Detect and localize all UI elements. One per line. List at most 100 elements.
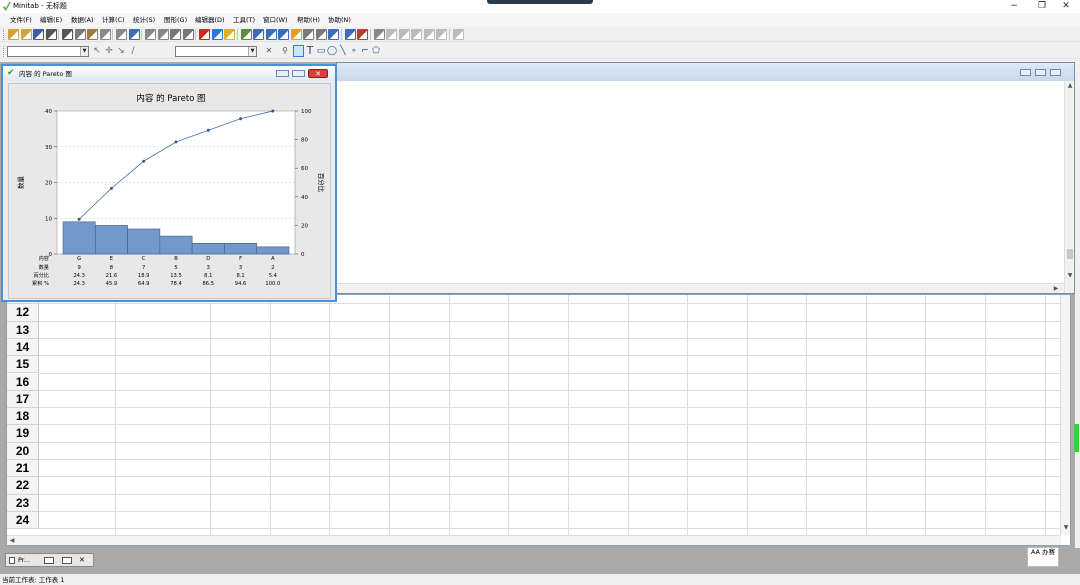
line-draw-icon[interactable]: ╲ bbox=[338, 45, 348, 57]
line-tool-icon[interactable]: ∕ bbox=[128, 45, 138, 57]
redo-icon[interactable] bbox=[116, 29, 127, 40]
paste-icon[interactable] bbox=[87, 29, 98, 40]
row-header[interactable]: 15 bbox=[7, 356, 39, 374]
graph-icon[interactable] bbox=[240, 29, 252, 40]
row-header[interactable]: 21 bbox=[7, 460, 39, 478]
down-icon[interactable] bbox=[157, 29, 169, 40]
crosshair-tool-icon[interactable]: ✛ bbox=[104, 45, 114, 57]
undo-icon[interactable] bbox=[99, 29, 111, 40]
polyline-tool-icon[interactable]: ⌐ bbox=[360, 45, 370, 57]
row-header[interactable]: 20 bbox=[7, 442, 39, 460]
session-maximize-button[interactable] bbox=[1035, 69, 1046, 76]
menu-item-9[interactable]: 帮助(H) bbox=[297, 15, 320, 25]
scroll-down-icon[interactable]: ▼ bbox=[1065, 271, 1075, 281]
cut-icon[interactable] bbox=[62, 29, 73, 40]
arrow-tool-icon[interactable]: ↖ bbox=[92, 45, 102, 57]
row-header[interactable]: 18 bbox=[7, 408, 39, 426]
graph-folder-icon[interactable] bbox=[328, 29, 339, 40]
scroll-thumb[interactable] bbox=[1067, 249, 1073, 259]
maximize-mini-icon[interactable] bbox=[62, 557, 72, 564]
scroll-left-icon[interactable]: ◀ bbox=[7, 536, 17, 545]
menu-item-8[interactable]: 窗口(W) bbox=[263, 15, 288, 25]
attr-icon[interactable] bbox=[411, 29, 422, 40]
select-icon[interactable] bbox=[386, 29, 397, 40]
save-icon[interactable] bbox=[33, 29, 44, 40]
pointer-tool-icon[interactable]: ↘ bbox=[116, 45, 126, 57]
report-icon[interactable] bbox=[303, 29, 314, 40]
menu-item-7[interactable]: 工具(T) bbox=[233, 15, 255, 25]
row-header[interactable]: 23 bbox=[7, 494, 39, 512]
graph-minimize-button[interactable] bbox=[276, 70, 289, 77]
row-header[interactable]: 22 bbox=[7, 477, 39, 495]
menu-item-4[interactable]: 统计(S) bbox=[133, 15, 155, 25]
clear-icon[interactable] bbox=[452, 29, 464, 40]
ellipse-tool-icon[interactable]: ◯ bbox=[327, 45, 337, 57]
row-header[interactable]: 13 bbox=[7, 321, 39, 339]
edit-icon[interactable] bbox=[373, 29, 385, 40]
row-header[interactable]: 14 bbox=[7, 338, 39, 357]
row-header[interactable]: 12 bbox=[7, 304, 39, 322]
menu-item-0[interactable]: 文件(F) bbox=[10, 15, 32, 25]
menu-item-1[interactable]: 编辑(E) bbox=[40, 15, 62, 25]
polygon-tool-icon[interactable]: ⬠ bbox=[371, 45, 381, 57]
history-icon[interactable] bbox=[315, 29, 327, 40]
menu-item-2[interactable]: 数据(A) bbox=[71, 15, 94, 25]
row-header[interactable]: 16 bbox=[7, 373, 39, 391]
restore-mini-icon[interactable] bbox=[44, 557, 54, 564]
new-icon[interactable] bbox=[8, 29, 19, 40]
data-window-icon[interactable] bbox=[290, 29, 302, 40]
minimized-window-tab[interactable]: Pr... ✕ bbox=[5, 553, 94, 567]
cancel-icon[interactable] bbox=[199, 29, 210, 40]
layout-icon[interactable] bbox=[344, 29, 356, 40]
open-icon[interactable] bbox=[20, 29, 32, 40]
session-horizontal-scrollbar[interactable]: ▶ bbox=[337, 283, 1064, 293]
help-icon[interactable] bbox=[211, 29, 223, 40]
delete-tool-icon[interactable]: ✕ bbox=[264, 45, 274, 57]
close-mini-icon[interactable]: ✕ bbox=[79, 555, 85, 565]
dot-tool-icon[interactable]: ∘ bbox=[349, 45, 359, 57]
menu-item-5[interactable]: 图形(G) bbox=[164, 15, 187, 25]
find-icon[interactable] bbox=[170, 29, 181, 40]
axis-icon[interactable] bbox=[398, 29, 410, 40]
minimize-button[interactable]: − bbox=[1000, 0, 1028, 13]
toolbar-grip[interactable] bbox=[3, 29, 5, 40]
scroll-up-icon[interactable]: ▲ bbox=[1065, 81, 1075, 91]
chevron-down-icon[interactable]: ▼ bbox=[248, 47, 256, 56]
session-minimize-button[interactable] bbox=[1020, 69, 1031, 76]
find-next-icon[interactable] bbox=[182, 29, 194, 40]
info-icon[interactable] bbox=[224, 29, 235, 40]
worksheet-vertical-scrollbar[interactable]: ▼ bbox=[1060, 295, 1070, 535]
copy-icon[interactable] bbox=[74, 29, 86, 40]
size-combo[interactable]: ▼ bbox=[175, 46, 257, 57]
menu-item-10[interactable]: 协助(N) bbox=[328, 15, 351, 25]
rect-tool-icon[interactable]: ▭ bbox=[316, 45, 326, 57]
session-window[interactable]: ▲ ▼ ▶ bbox=[336, 62, 1075, 294]
worksheet-horizontal-scrollbar[interactable]: ◀ bbox=[7, 535, 1061, 545]
worksheet-icon[interactable] bbox=[265, 29, 277, 40]
session-vertical-scrollbar[interactable]: ▲ ▼ bbox=[1064, 81, 1074, 293]
menu-item-3[interactable]: 计算(C) bbox=[102, 15, 125, 25]
project-icon[interactable] bbox=[278, 29, 289, 40]
pareto-graph-window[interactable]: ✔ 内容 的 Pareto 图 ✕ 内容 的 Pareto 图 0 10 20 30 40… bbox=[1, 64, 337, 302]
session-close-button[interactable] bbox=[1050, 69, 1061, 76]
font-combo[interactable]: ▼ bbox=[7, 46, 89, 57]
row-header[interactable]: 19 bbox=[7, 425, 39, 443]
ime-indicator[interactable]: AA 办赛 bbox=[1027, 547, 1059, 567]
text-tool-icon[interactable]: T bbox=[305, 45, 315, 57]
worksheet-grid[interactable]: 1112131415161718192021222324▼◀ bbox=[6, 294, 1071, 546]
menu-item-6[interactable]: 编辑器(D) bbox=[195, 15, 225, 25]
session-icon[interactable] bbox=[253, 29, 264, 40]
fx-icon[interactable] bbox=[436, 29, 447, 40]
print-icon[interactable] bbox=[45, 29, 57, 40]
row-header[interactable]: 24 bbox=[7, 511, 39, 530]
zoom-tool-icon[interactable]: ⚲ bbox=[280, 45, 290, 57]
scroll-right-icon[interactable]: ▶ bbox=[1051, 284, 1061, 294]
window-icon[interactable] bbox=[128, 29, 140, 40]
up-icon[interactable] bbox=[145, 29, 156, 40]
graph-close-button[interactable]: ✕ bbox=[308, 69, 328, 78]
brush-icon[interactable] bbox=[357, 29, 368, 40]
chevron-down-icon[interactable]: ▼ bbox=[80, 47, 88, 56]
scroll-down-icon[interactable]: ▼ bbox=[1061, 523, 1070, 533]
ref-icon[interactable] bbox=[423, 29, 435, 40]
row-header[interactable]: 17 bbox=[7, 390, 39, 409]
